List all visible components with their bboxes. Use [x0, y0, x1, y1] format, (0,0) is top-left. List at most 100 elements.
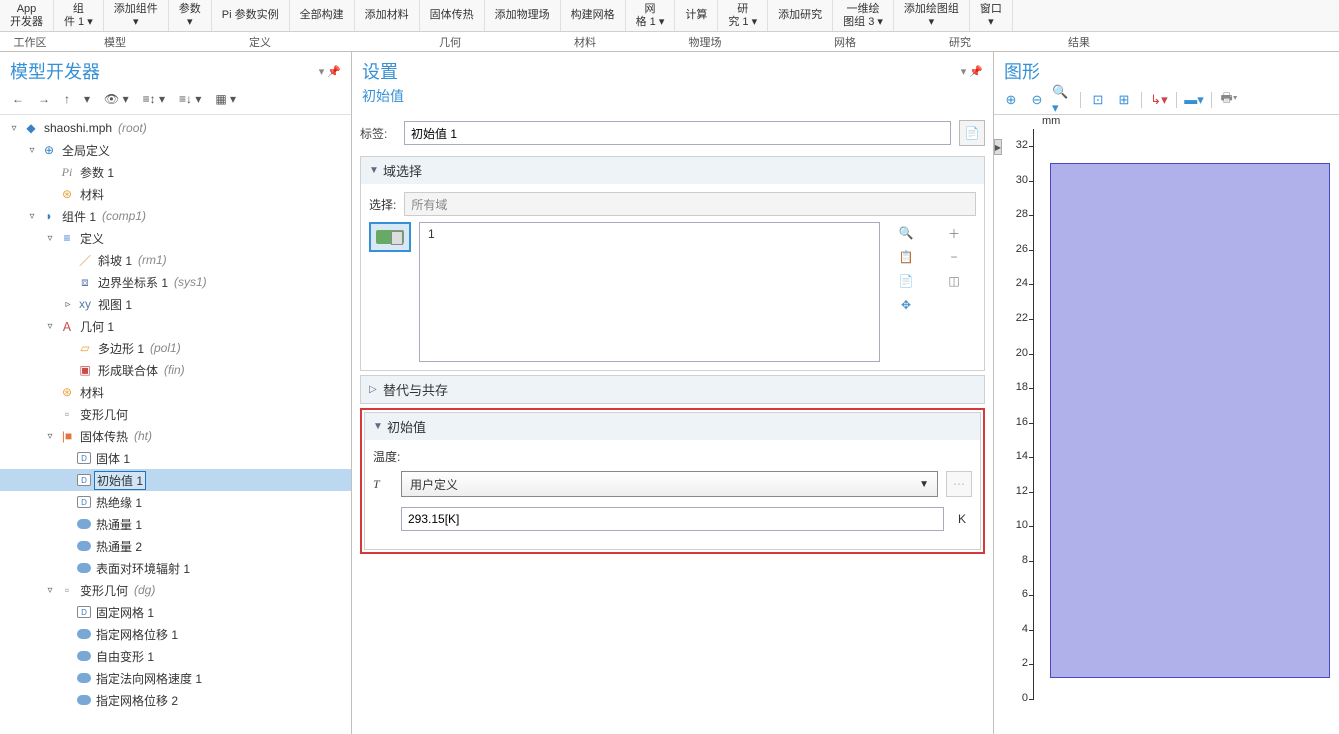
tree-node[interactable]: ／斜坡 1(rm1)	[0, 249, 351, 271]
ribbon-item[interactable]: 全部构建	[290, 0, 355, 31]
geometry-rect[interactable]	[1050, 163, 1330, 678]
ribbon-item[interactable]: 一维绘图组 3 ▾	[833, 0, 894, 31]
tree-node[interactable]: 自由变形 1	[0, 645, 351, 667]
tree-node[interactable]: D固定网格 1	[0, 601, 351, 623]
ribbon-group-label: 物理场	[620, 32, 790, 51]
domain-toggle-button[interactable]	[369, 222, 411, 252]
toolbar-button[interactable]: ≡↕ ▾	[139, 90, 169, 108]
section-header[interactable]: ▼ 域选择	[361, 157, 984, 184]
move-icon[interactable]: ✥	[896, 296, 916, 314]
zoom-in-icon[interactable]: ⊕	[1000, 90, 1022, 110]
toggle-icon	[376, 230, 404, 244]
tree-node[interactable]: 热通量 1	[0, 513, 351, 535]
graphics-canvas[interactable]: ▶ mm 32302826242220181614121086420	[994, 115, 1339, 734]
expand-icon[interactable]: ▿	[44, 321, 56, 332]
expand-icon[interactable]: ▿	[44, 431, 56, 442]
toolbar-button[interactable]: ←	[8, 90, 28, 108]
ribbon-group-label	[1138, 32, 1313, 51]
toolbar-button[interactable]: ≡↓ ▾	[175, 90, 205, 108]
tree-node[interactable]: ▿|■固体传热(ht)	[0, 425, 351, 447]
node-icon	[77, 695, 91, 705]
tree-node[interactable]: ⧈边界坐标系 1(sys1)	[0, 271, 351, 293]
tree-node[interactable]: 表面对环境辐射 1	[0, 557, 351, 579]
tree-node[interactable]: D热绝缘 1	[0, 491, 351, 513]
tree-node[interactable]: 热通量 2	[0, 535, 351, 557]
link-button[interactable]: ⋯	[946, 471, 972, 497]
tree-node[interactable]: 指定网格位移 1	[0, 623, 351, 645]
ribbon-item[interactable]: 参数▾	[169, 0, 212, 31]
ribbon-group-label: 模型	[60, 32, 170, 51]
zoom-box-icon[interactable]: 🔍▾	[1052, 90, 1074, 110]
ribbon-item[interactable]: 添加绘图组▾	[894, 0, 970, 31]
tree-node[interactable]: D固体 1	[0, 447, 351, 469]
ribbon-item[interactable]: 网格 1 ▾	[626, 0, 676, 31]
expand-icon[interactable]: ▿	[26, 211, 38, 222]
section-title: 初始值	[387, 417, 426, 436]
expand-icon[interactable]: ▿	[26, 145, 38, 156]
ribbon-item[interactable]: 窗口▾	[970, 0, 1013, 31]
section-header[interactable]: ▼ 初始值	[365, 413, 980, 440]
temperature-mode-combo[interactable]: 用户定义 ▼	[401, 471, 938, 497]
panel-pin-icons[interactable]: ▾ 📌	[961, 65, 983, 78]
ribbon-item[interactable]: Pi 参数实例	[212, 0, 290, 31]
print-icon[interactable]: 🖶▾	[1218, 90, 1240, 110]
node-icon	[77, 673, 91, 683]
paste-icon[interactable]: 📋	[896, 248, 916, 266]
ribbon-item[interactable]: 组件 1 ▾	[54, 0, 104, 31]
domain-item[interactable]: 1	[428, 227, 871, 241]
label-input[interactable]	[404, 121, 951, 145]
ribbon-item[interactable]: 构建网格	[561, 0, 626, 31]
render-icon[interactable]: ▬▾	[1183, 90, 1205, 110]
tree-node[interactable]: ▿◆shaoshi.mph(root)	[0, 117, 351, 139]
expand-icon[interactable]: ▿	[44, 233, 56, 244]
tree-node[interactable]: ▿Ａ几何 1	[0, 315, 351, 337]
show-equation-button[interactable]: 📄	[959, 120, 985, 146]
tree-node[interactable]: 指定法向网格速度 1	[0, 667, 351, 689]
add-icon[interactable]: ＋	[944, 224, 964, 242]
tree-node[interactable]: ▿▫变形几何(dg)	[0, 579, 351, 601]
zoom-extents-icon[interactable]: ⊡	[1087, 90, 1109, 110]
toolbar-button[interactable]: →	[34, 90, 54, 108]
chevron-down-icon: ▼	[919, 479, 929, 490]
zoom-out-icon[interactable]: ⊖	[1026, 90, 1048, 110]
tree-node[interactable]: D初始值 1	[0, 469, 351, 491]
tree-node[interactable]: ⊛材料	[0, 183, 351, 205]
tree-node[interactable]: ▿≡定义	[0, 227, 351, 249]
expand-icon: ▷	[369, 384, 383, 395]
tree-node[interactable]: ⊛材料	[0, 381, 351, 403]
ribbon-item[interactable]: 研究 1 ▾	[718, 0, 768, 31]
expand-icon[interactable]: ▿	[44, 585, 56, 596]
toolbar-button[interactable]: ▾	[80, 90, 94, 108]
y-tick	[1029, 699, 1034, 700]
tree-node[interactable]: ▣形成联合体(fin)	[0, 359, 351, 381]
zoom-selected-icon[interactable]: ⊞	[1113, 90, 1135, 110]
toolbar-button[interactable]: ↑	[60, 90, 74, 108]
toolbar-button[interactable]: ▦ ▾	[211, 90, 240, 108]
ribbon-item[interactable]: 计算	[675, 0, 718, 31]
tree-node[interactable]: ▿◗组件 1(comp1)	[0, 205, 351, 227]
panel-pin-icons[interactable]: ▾ 📌	[319, 65, 341, 78]
copy-icon[interactable]: 📄	[896, 272, 916, 290]
temperature-input[interactable]	[401, 507, 944, 531]
tree-node[interactable]: ▱多边形 1(pol1)	[0, 337, 351, 359]
expand-icon[interactable]: ▿	[8, 123, 20, 134]
remove-icon[interactable]: −	[944, 248, 964, 266]
ribbon-item[interactable]: 添加组件▾	[104, 0, 169, 31]
domain-list[interactable]: 1	[419, 222, 880, 362]
axis-icon[interactable]: ↳▾	[1148, 90, 1170, 110]
tree-node[interactable]: ▹xy视图 1	[0, 293, 351, 315]
ribbon-item[interactable]: 固体传热	[420, 0, 485, 31]
ribbon-item[interactable]: 添加研究	[768, 0, 833, 31]
ribbon-item[interactable]: 添加物理场	[485, 0, 561, 31]
toolbar-button[interactable]: 👁 ▾	[100, 90, 133, 108]
ribbon-item[interactable]: 添加材料	[355, 0, 420, 31]
zoom-selection-icon[interactable]: 🔍	[896, 224, 916, 242]
tree-node[interactable]: ▫变形几何	[0, 403, 351, 425]
expand-icon[interactable]: ▹	[62, 299, 74, 310]
clear-icon[interactable]: ◫	[944, 272, 964, 290]
tree-node[interactable]: 指定网格位移 2	[0, 689, 351, 711]
section-header[interactable]: ▷ 替代与共存	[361, 376, 984, 403]
tree-node[interactable]: ▿⊕全局定义	[0, 139, 351, 161]
ribbon-item[interactable]: App开发器	[0, 0, 54, 31]
tree-node[interactable]: Pi参数 1	[0, 161, 351, 183]
